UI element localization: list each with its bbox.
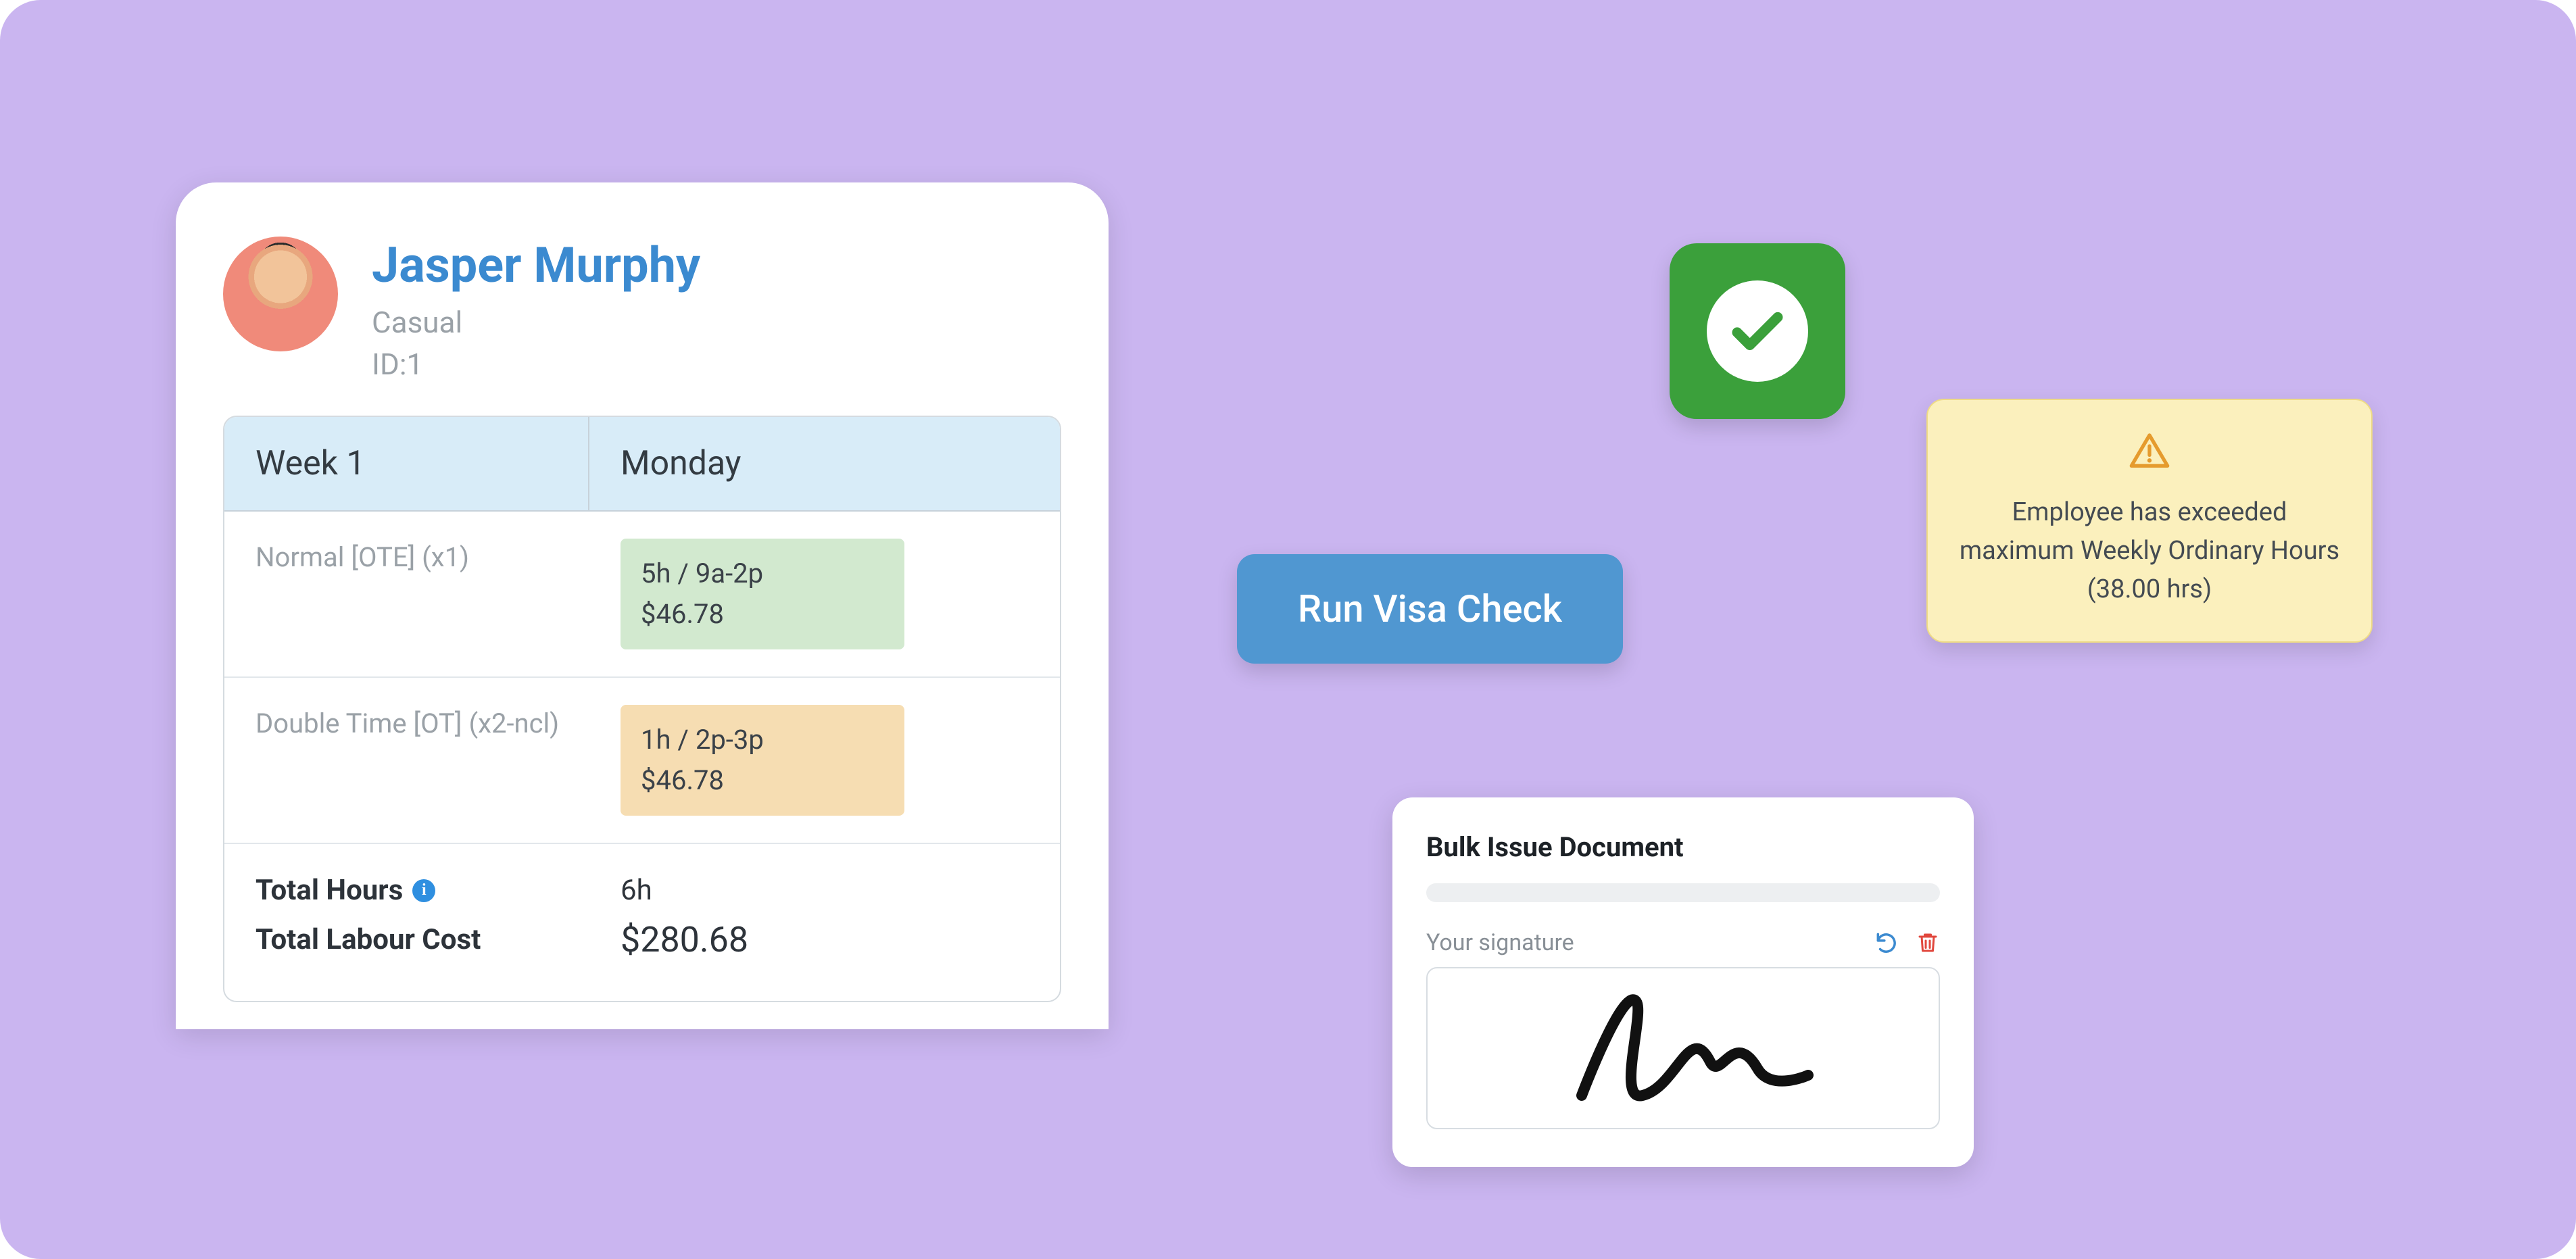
- signature-row: Your signature: [1426, 929, 1940, 956]
- timesheet-header-week: Week 1: [224, 417, 589, 510]
- shift-amount: $46.78: [641, 594, 884, 635]
- timesheet-header-day: Monday: [589, 417, 1060, 510]
- employee-id: ID:1: [372, 347, 700, 382]
- timesheet-header: Week 1 Monday: [224, 417, 1060, 512]
- signature-box[interactable]: [1426, 967, 1940, 1129]
- table-row: Normal [OTE] (x1) 5h / 9a-2p $46.78: [224, 512, 1060, 678]
- signature-actions: [1874, 930, 1940, 956]
- table-row: Double Time [OT] (x2-ncl) 1h / 2p-3p $46…: [224, 678, 1060, 844]
- signature-label: Your signature: [1426, 929, 1574, 956]
- canvas: Jasper Murphy Casual ID:1 Week 1 Monday …: [0, 0, 2576, 1259]
- warning-card: Employee has exceeded maximum Weekly Ord…: [1926, 399, 2373, 643]
- undo-icon[interactable]: [1874, 930, 1899, 956]
- shift-time: 1h / 2p-3p: [641, 720, 884, 760]
- progress-bar: [1426, 883, 1940, 902]
- shift-amount: $46.78: [641, 760, 884, 801]
- employee-header: Jasper Murphy Casual ID:1: [223, 237, 1061, 382]
- employee-type: Casual: [372, 305, 700, 340]
- warning-text: Employee has exceeded maximum Weekly Ord…: [1958, 493, 2341, 609]
- shift-chip[interactable]: 1h / 2p-3p $46.78: [621, 705, 904, 816]
- trash-icon[interactable]: [1916, 931, 1940, 955]
- bulk-issue-document-card: Bulk Issue Document Your signature: [1392, 797, 1974, 1167]
- pay-type-label: Double Time [OT] (x2-ncl): [256, 705, 621, 743]
- timesheet-totals: Total Hours i 6h Total Labour Cost $280.…: [224, 844, 1060, 1001]
- check-icon: [1707, 280, 1808, 382]
- avatar: [223, 237, 338, 351]
- info-icon[interactable]: i: [412, 879, 435, 902]
- employee-name[interactable]: Jasper Murphy: [372, 237, 700, 294]
- success-badge: [1670, 243, 1845, 419]
- total-hours-value: 6h: [621, 874, 1029, 907]
- pay-type-label: Normal [OTE] (x1): [256, 539, 621, 576]
- timesheet: Week 1 Monday Normal [OTE] (x1) 5h / 9a-…: [223, 416, 1061, 1002]
- total-hours-label: Total Hours i: [256, 874, 621, 907]
- run-visa-check-button[interactable]: Run Visa Check: [1237, 554, 1623, 664]
- employee-meta: Jasper Murphy Casual ID:1: [372, 237, 700, 382]
- total-cost-value: $280.68: [621, 919, 1029, 960]
- total-cost-label: Total Labour Cost: [256, 919, 621, 960]
- shift-time: 5h / 9a-2p: [641, 553, 884, 594]
- warning-triangle-icon: [2128, 430, 2171, 476]
- doc-title: Bulk Issue Document: [1426, 831, 1940, 863]
- employee-card: Jasper Murphy Casual ID:1 Week 1 Monday …: [176, 182, 1109, 1029]
- total-hours-text: Total Hours: [256, 874, 403, 907]
- shift-chip[interactable]: 5h / 9a-2p $46.78: [621, 539, 904, 649]
- signature-glyph: [1541, 981, 1825, 1116]
